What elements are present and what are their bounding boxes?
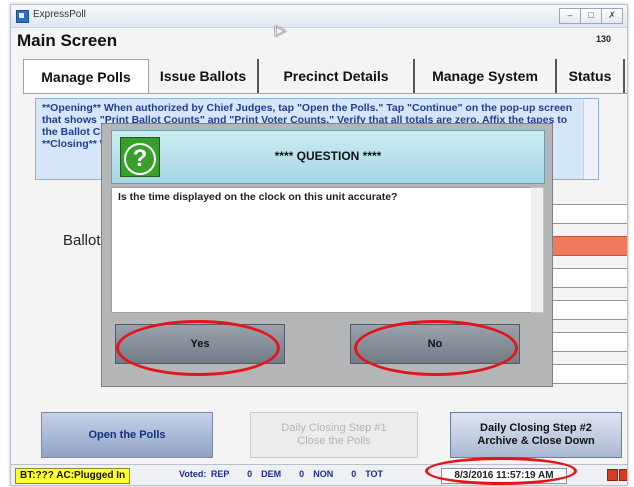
maximize-button[interactable]: □ [580, 8, 602, 24]
closing-step-1-button: Daily Closing Step #1 Close the Polls [250, 412, 418, 458]
count-field-alert [551, 236, 627, 256]
screen-counter: 130 [595, 34, 611, 44]
count-field [551, 300, 627, 320]
voted-counts: Voted: REP 0 DEM 0 NON 0 TOT [179, 469, 384, 479]
tab-status[interactable]: Status [557, 59, 625, 93]
printer-icon [619, 469, 627, 481]
highlight-ellipse-yes [116, 320, 280, 376]
page-title: Main Screen [17, 31, 118, 50]
close-button[interactable]: ✗ [601, 8, 623, 24]
dialog-message-box: Is the time displayed on the clock on th… [111, 187, 533, 313]
dialog-scrollbar[interactable] [531, 187, 544, 313]
count-field [551, 268, 627, 288]
mouse-cursor-icon: ▷ [275, 22, 287, 39]
closing-step-2-button[interactable]: Daily Closing Step #2 Archive & Close Do… [450, 412, 622, 458]
minimize-button[interactable]: – [559, 8, 581, 24]
count-field [551, 332, 627, 352]
app-icon [16, 10, 29, 23]
window-title: ExpressPoll [33, 9, 86, 20]
battery-status: BT:??? AC:Plugged In [15, 468, 131, 484]
tab-issue-ballots[interactable]: Issue Ballots [149, 59, 259, 93]
dialog-message: Is the time displayed on the clock on th… [118, 191, 398, 203]
highlight-ellipse-clock [425, 457, 577, 485]
title-bar: ExpressPoll – □ ✗ [11, 5, 627, 28]
open-polls-button[interactable]: Open the Polls [41, 412, 213, 458]
ballot-label: Ballot [63, 232, 101, 249]
count-field [551, 364, 627, 384]
highlight-ellipse-no [354, 320, 518, 376]
tab-bar: Manage Polls Issue Ballots Precinct Deta… [23, 59, 627, 95]
dialog-header: ? **** QUESTION **** [111, 130, 545, 184]
tab-manage-system[interactable]: Manage System [415, 59, 557, 93]
instructions-scrollbar[interactable] [583, 99, 598, 179]
dialog-title: **** QUESTION **** [274, 149, 382, 163]
tab-precinct-details[interactable]: Precinct Details [259, 59, 415, 93]
count-field [551, 204, 627, 224]
network-icon [607, 469, 618, 481]
tab-manage-polls[interactable]: Manage Polls [23, 59, 149, 95]
